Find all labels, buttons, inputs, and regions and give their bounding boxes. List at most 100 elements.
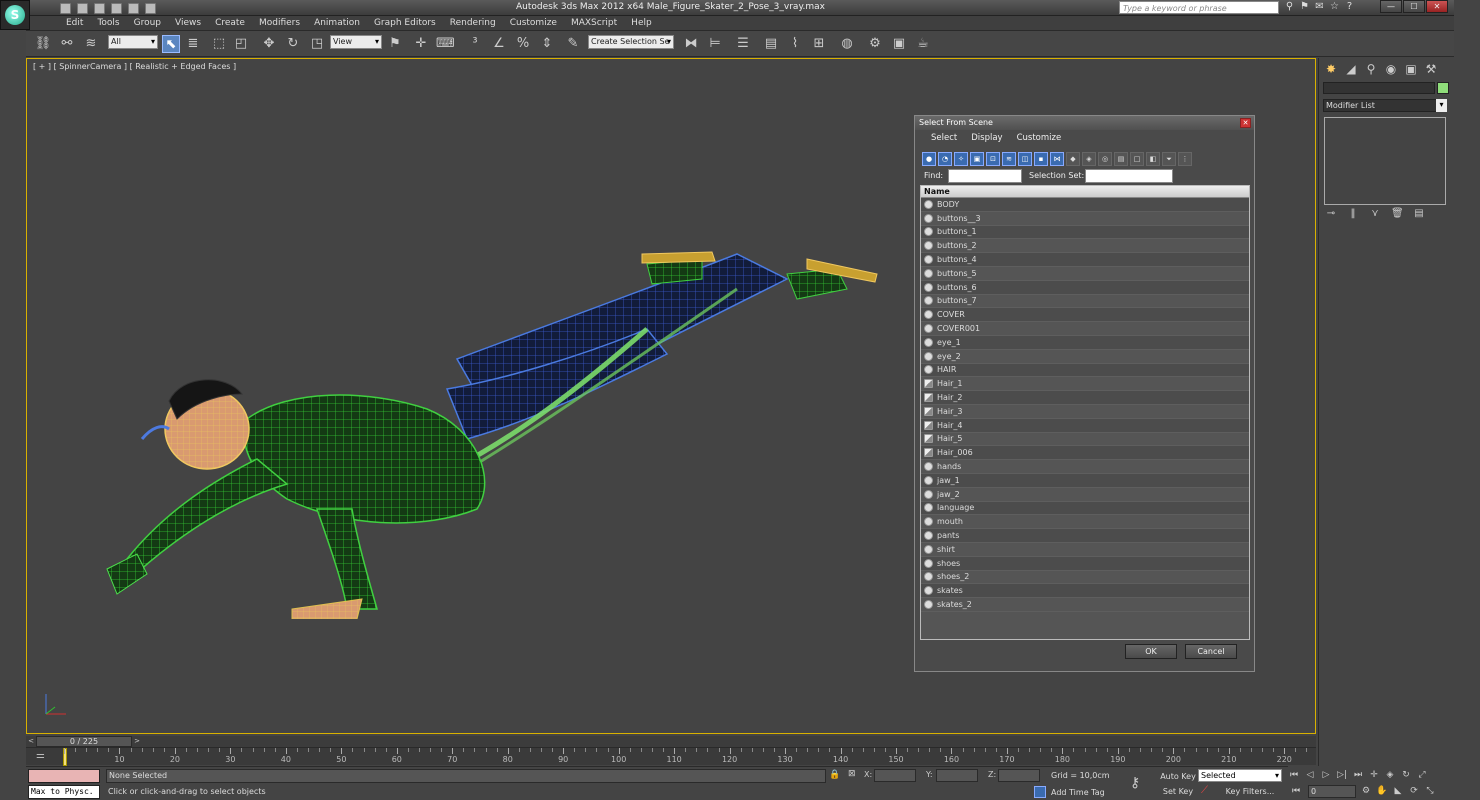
render-production-icon[interactable]: ☕ bbox=[914, 35, 932, 53]
display-all-icon[interactable]: ▤ bbox=[1114, 152, 1128, 166]
configure-modifier-sets-icon[interactable]: ▤ bbox=[1413, 208, 1425, 220]
key-mode-dropdown[interactable]: Selected bbox=[1198, 769, 1282, 782]
list-item[interactable]: hands bbox=[921, 460, 1249, 474]
bind-space-warp-icon[interactable]: ≋ bbox=[82, 35, 100, 53]
scene-object-list[interactable]: Name BODY buttons__3 buttons_1 buttons_2 but… bbox=[920, 185, 1250, 640]
material-editor-icon[interactable]: ◍ bbox=[838, 35, 856, 53]
display-xrefs-icon[interactable]: ▪ bbox=[1034, 152, 1048, 166]
list-item[interactable]: COVER001 bbox=[921, 322, 1249, 336]
zoom-extents-all-icon[interactable]: ◈ bbox=[1384, 769, 1396, 781]
project-folder-icon[interactable] bbox=[145, 2, 156, 14]
time-config-icon[interactable]: ⚙ bbox=[1360, 785, 1372, 797]
menu-rendering[interactable]: Rendering bbox=[450, 18, 496, 28]
filter-options-icon[interactable]: ⋮ bbox=[1178, 152, 1192, 166]
play-icon[interactable]: ▷ bbox=[1320, 769, 1332, 781]
next-frame-arrow-icon[interactable]: > bbox=[132, 736, 142, 747]
motion-tab-icon[interactable]: ◉ bbox=[1383, 61, 1399, 77]
display-frozen-icon[interactable]: ◈ bbox=[1082, 152, 1096, 166]
list-item[interactable]: Hair_006 bbox=[921, 446, 1249, 461]
pan-icon[interactable]: ✋ bbox=[1376, 785, 1388, 797]
list-item[interactable]: eye_2 bbox=[921, 350, 1249, 364]
list-item[interactable]: pants bbox=[921, 529, 1249, 543]
filter-icon[interactable]: ⏷ bbox=[1162, 152, 1176, 166]
dialog-menu-display[interactable]: Display bbox=[971, 133, 1002, 147]
maxscript-output-line[interactable]: Max to Physc. bbox=[28, 785, 100, 799]
set-key-icon[interactable]: ⚷ bbox=[1130, 775, 1140, 791]
render-setup-icon[interactable]: ⚙ bbox=[866, 35, 884, 53]
prev-frame-arrow-icon[interactable]: < bbox=[26, 736, 36, 747]
app-logo-button[interactable]: S bbox=[0, 0, 30, 30]
z-coord-field[interactable] bbox=[998, 769, 1040, 782]
favorites-star-icon[interactable]: ☆ bbox=[1329, 1, 1340, 13]
display-none-icon[interactable]: □ bbox=[1130, 152, 1144, 166]
keyword-search-input[interactable]: Type a keyword or phrase bbox=[1119, 1, 1279, 14]
list-item[interactable]: mouth bbox=[921, 515, 1249, 530]
list-item[interactable]: language bbox=[921, 501, 1249, 516]
menu-create[interactable]: Create bbox=[215, 18, 245, 28]
menu-edit[interactable]: Edit bbox=[66, 18, 83, 28]
select-and-link-icon[interactable]: ⛓ bbox=[34, 35, 52, 53]
display-lights-icon[interactable]: ✧ bbox=[954, 152, 968, 166]
menu-help[interactable]: Help bbox=[631, 18, 652, 28]
display-hidden-icon[interactable]: ◎ bbox=[1098, 152, 1112, 166]
skater-figure-wireframe[interactable] bbox=[87, 179, 887, 619]
find-input[interactable] bbox=[948, 169, 1022, 183]
unlink-icon[interactable]: ⚯ bbox=[58, 35, 76, 53]
communication-icon[interactable]: ✉ bbox=[1314, 1, 1325, 13]
selection-lock-icon[interactable]: 🔒 bbox=[829, 770, 840, 780]
list-header-name[interactable]: Name bbox=[921, 186, 1249, 198]
help-icon[interactable]: ? bbox=[1344, 1, 1355, 13]
display-shapes-icon[interactable]: ◔ bbox=[938, 152, 952, 166]
window-crossing-icon[interactable]: ◰ bbox=[232, 35, 250, 53]
time-tag-icon[interactable] bbox=[1034, 786, 1046, 798]
min-max-toggle-icon[interactable]: ⤡ bbox=[1424, 785, 1436, 797]
binoculars-icon[interactable]: ⚲ bbox=[1284, 1, 1295, 13]
auto-key-button[interactable]: Auto Key bbox=[1159, 770, 1197, 783]
pin-stack-icon[interactable]: ⊸ bbox=[1325, 208, 1337, 220]
select-and-manipulate-icon[interactable]: ✛ bbox=[412, 35, 430, 53]
layer-manager-icon[interactable]: ☰ bbox=[734, 35, 752, 53]
menu-maxscript[interactable]: MAXScript bbox=[571, 18, 617, 28]
field-of-view-icon[interactable]: ◣ bbox=[1392, 785, 1404, 797]
reference-coordinate-dropdown[interactable]: View bbox=[330, 35, 382, 49]
menu-graph-editors[interactable]: Graph Editors bbox=[374, 18, 436, 28]
list-item[interactable]: Hair_1 bbox=[921, 377, 1249, 392]
time-slider-thumb[interactable]: 0 / 225 bbox=[36, 736, 132, 747]
minimize-button[interactable]: — bbox=[1380, 0, 1402, 13]
list-item[interactable]: Hair_4 bbox=[921, 418, 1249, 433]
graphite-modeling-icon[interactable]: ▤ bbox=[762, 35, 780, 53]
zoom-extents-icon[interactable]: ✛ bbox=[1368, 769, 1380, 781]
pivot-center-icon[interactable]: ⚑ bbox=[386, 35, 404, 53]
mini-curve-editor-icon[interactable]: ⚌ bbox=[36, 750, 48, 762]
schematic-view-icon[interactable]: ⊞ bbox=[810, 35, 828, 53]
dialog-menu-customize[interactable]: Customize bbox=[1017, 133, 1062, 147]
go-to-start-icon[interactable]: ⏮ bbox=[1288, 769, 1300, 781]
new-file-icon[interactable] bbox=[60, 2, 71, 14]
absolute-mode-icon[interactable]: ⊠ bbox=[848, 769, 856, 779]
menu-views[interactable]: Views bbox=[175, 18, 201, 28]
list-item[interactable]: buttons_1 bbox=[921, 225, 1249, 240]
select-by-name-icon[interactable]: ≣ bbox=[184, 35, 202, 53]
track-bar[interactable]: ⚌ 10 20 30 40 50 60 70 80 90 100 110 120 130 140 150 16… bbox=[26, 747, 1316, 766]
add-time-tag-button[interactable]: Add Time Tag bbox=[1051, 788, 1105, 797]
list-item[interactable]: buttons_4 bbox=[921, 253, 1249, 267]
select-object-icon[interactable]: ⬉ bbox=[162, 35, 180, 53]
go-to-end-icon[interactable]: ⏭ bbox=[1352, 769, 1364, 781]
select-and-scale-icon[interactable]: ◳ bbox=[308, 35, 326, 53]
orbit-icon[interactable]: ↻ bbox=[1400, 769, 1412, 781]
rectangular-selection-icon[interactable]: ⬚ bbox=[210, 35, 228, 53]
list-item[interactable]: Hair_3 bbox=[921, 405, 1249, 419]
selection-set-dropdown[interactable] bbox=[1085, 169, 1173, 183]
list-item[interactable]: skates_2 bbox=[921, 598, 1249, 612]
utilities-tab-icon[interactable]: ⚒ bbox=[1423, 61, 1439, 77]
display-invert-icon[interactable]: ◧ bbox=[1146, 152, 1160, 166]
display-geometry-icon[interactable]: ● bbox=[922, 152, 936, 166]
select-and-move-icon[interactable]: ✥ bbox=[260, 35, 278, 53]
display-helpers-icon[interactable]: ⊡ bbox=[986, 152, 1000, 166]
set-key-button[interactable]: Set Key bbox=[1159, 785, 1197, 798]
menu-group[interactable]: Group bbox=[134, 18, 161, 28]
undo-icon[interactable] bbox=[111, 2, 122, 14]
list-item[interactable]: Hair_5 bbox=[921, 433, 1249, 447]
list-item[interactable]: BODY bbox=[921, 198, 1249, 212]
key-filters-button[interactable]: Key Filters... bbox=[1218, 785, 1282, 798]
